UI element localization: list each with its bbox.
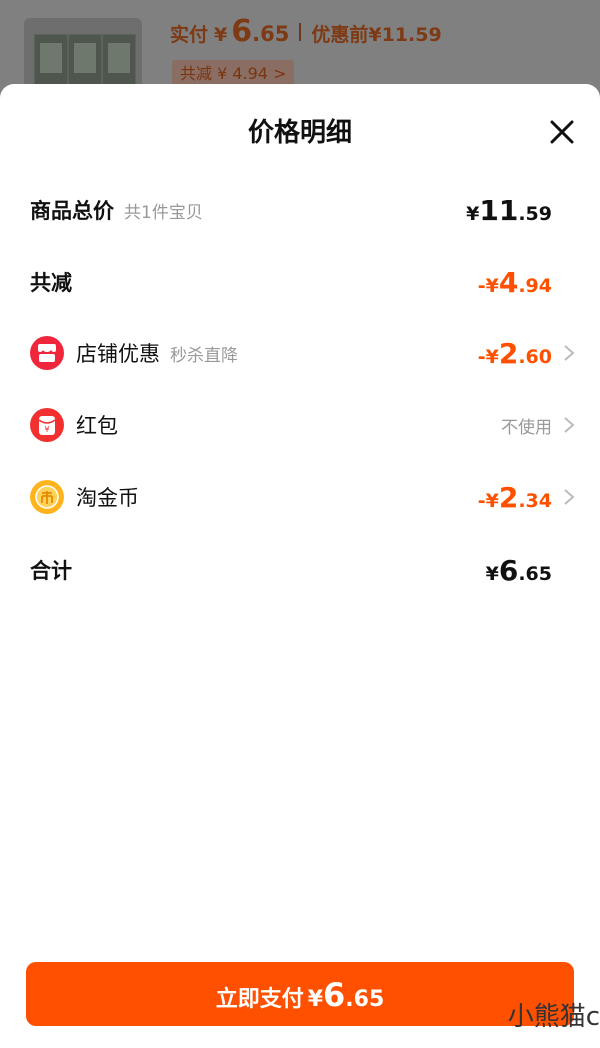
- total-discount-dec: .94: [518, 274, 552, 297]
- shop-discount-dec: .60: [518, 345, 552, 368]
- paid-int: 6: [231, 14, 253, 49]
- subtotal-amount: ¥ 11 .59: [466, 194, 552, 227]
- pay-dec: .65: [345, 987, 385, 1012]
- subtotal-dec: .59: [518, 202, 552, 225]
- shop-discount-label: 店铺优惠: [76, 342, 160, 366]
- chevron-right-icon: [564, 417, 575, 433]
- total-dec: .65: [518, 562, 552, 585]
- row-subtotal: 商品总价 共1件宝贝 ¥ 11 .59: [30, 190, 576, 230]
- chevron-right-icon: [564, 345, 575, 361]
- paid-dec: .65: [252, 22, 290, 46]
- total-discount-currency: -¥: [477, 274, 499, 297]
- shop-icon: [30, 336, 64, 370]
- coin-label: 淘金币: [76, 486, 139, 510]
- row-shop-discount[interactable]: 店铺优惠 秒杀直降 -¥ 2 .60: [30, 333, 576, 373]
- row-red-packet[interactable]: ¥ 红包 不使用: [30, 405, 576, 445]
- red-packet-status: 不使用: [501, 417, 552, 438]
- watermark: 小熊猫c: [507, 1002, 600, 1032]
- red-packet-icon: ¥: [30, 408, 64, 442]
- sheet-title: 价格明细: [247, 118, 352, 148]
- orig-price: ¥11.59: [368, 24, 442, 46]
- total-discount-amount: -¥ 4 .94: [478, 266, 552, 299]
- coin-amount: -¥ 2 .34: [478, 481, 552, 514]
- price-separator: [299, 22, 302, 41]
- red-packet-label: 红包: [76, 414, 118, 438]
- coin-dec: .34: [518, 489, 552, 512]
- subtotal-count: 共1件宝贝: [124, 202, 203, 223]
- total-int: 6: [498, 553, 519, 587]
- price-detail-sheet: 价格明细 商品总价 共1件宝贝 ¥ 11 .59 共减 -¥ 4 .94 店铺优…: [0, 84, 600, 1048]
- paid-label: 实付: [170, 24, 209, 46]
- pay-label: 立即支付: [215, 987, 304, 1012]
- shop-discount-sub: 秒杀直降: [170, 345, 238, 366]
- coin-icon: [30, 480, 64, 514]
- paid-currency: ¥: [214, 24, 228, 46]
- svg-text:¥: ¥: [44, 425, 49, 434]
- pay-currency: ¥: [307, 987, 324, 1012]
- total-amount: ¥ 6 .65: [486, 554, 552, 587]
- close-icon[interactable]: [548, 118, 576, 146]
- subtotal-currency: ¥: [466, 202, 480, 225]
- total-discount-int: 4: [498, 265, 519, 299]
- orig-label: 优惠前: [311, 24, 369, 46]
- shop-discount-int: 2: [498, 336, 519, 370]
- shop-discount-amount: -¥ 2 .60: [478, 337, 552, 370]
- total-discount-label: 共减: [30, 271, 72, 295]
- chevron-right-icon: [564, 489, 575, 505]
- subtotal-label: 商品总价: [30, 199, 114, 223]
- pay-now-button[interactable]: 立即支付 ¥ 6 .65: [26, 962, 574, 1026]
- pay-int: 6: [323, 976, 346, 1014]
- total-label: 合计: [30, 559, 72, 583]
- background-price: 实付 ¥ 6 .65 优惠前 ¥11.59: [170, 14, 442, 49]
- row-total-discount: 共减 -¥ 4 .94: [30, 262, 576, 302]
- coin-int: 2: [498, 480, 519, 514]
- total-currency: ¥: [485, 562, 499, 585]
- row-coin[interactable]: 淘金币 -¥ 2 .34: [30, 477, 576, 517]
- subtotal-int: 11: [479, 193, 519, 227]
- shop-discount-currency: -¥: [477, 345, 499, 368]
- row-total: 合计 ¥ 6 .65: [30, 550, 576, 590]
- coin-currency: -¥: [477, 489, 499, 512]
